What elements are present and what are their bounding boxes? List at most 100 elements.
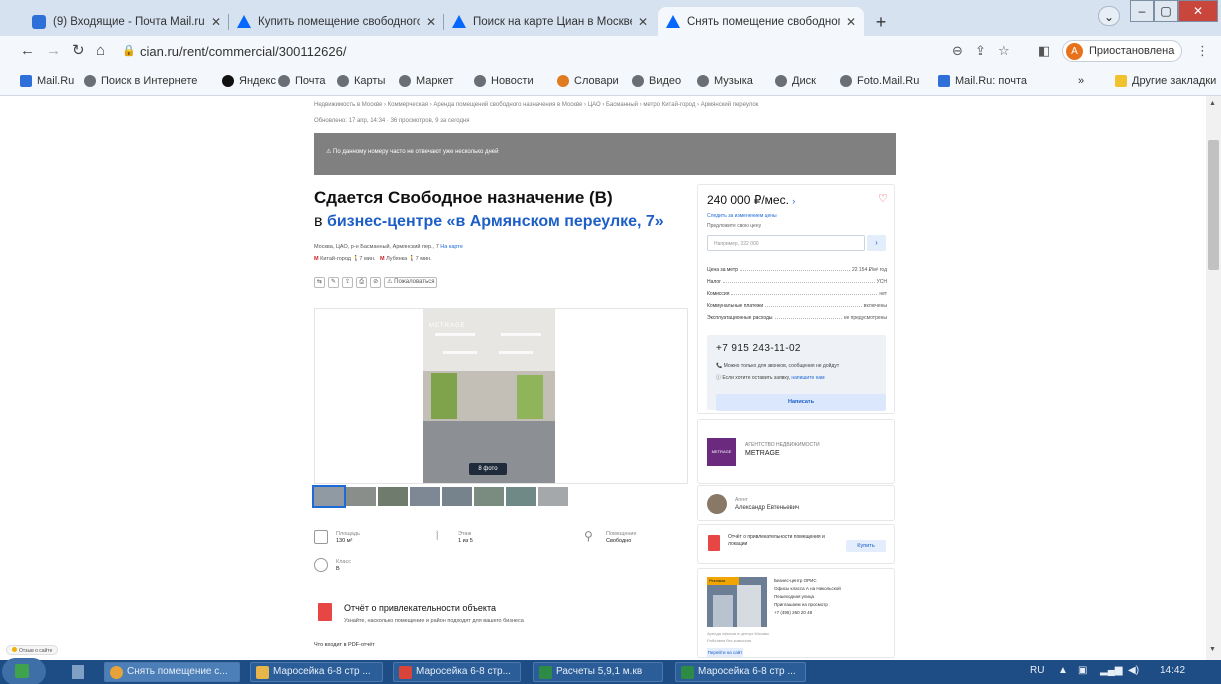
other-bookmarks[interactable]: Другие закладки bbox=[1115, 75, 1216, 87]
tab-search-icon[interactable]: ⌄ bbox=[1098, 6, 1120, 26]
agent-card[interactable]: Агент Александр Евтеньевич bbox=[697, 485, 895, 521]
buy-report-button[interactable]: Купить bbox=[846, 540, 886, 552]
close-tab-icon[interactable]: ✕ bbox=[638, 15, 648, 29]
browser-tab-active[interactable]: Снять помещение свободного ✕ bbox=[658, 7, 864, 36]
print-icon[interactable]: ⎙ bbox=[356, 277, 368, 288]
bookmark-item[interactable]: Карты bbox=[337, 75, 385, 87]
bookmark-star-icon[interactable]: ☆ bbox=[998, 43, 1010, 59]
close-window-button[interactable]: ✕ bbox=[1178, 0, 1218, 22]
photo-thumbnail[interactable] bbox=[410, 487, 440, 506]
detail-value: УСН bbox=[876, 279, 887, 285]
back-icon[interactable]: ← bbox=[20, 42, 35, 60]
feedback-button[interactable]: Отзыв о сайте bbox=[6, 645, 59, 655]
metro-station[interactable]: Лубянка bbox=[386, 256, 407, 262]
attractiveness-report[interactable]: Отчёт о привлекательности объекта Узнайт… bbox=[314, 601, 694, 635]
network-icon[interactable]: ▂▄▆ bbox=[1100, 665, 1122, 676]
bookmark-item[interactable]: Mail.Ru bbox=[20, 75, 74, 87]
photo-thumbnail[interactable] bbox=[346, 487, 376, 506]
printer-icon[interactable]: ▣ bbox=[1078, 665, 1087, 676]
language-indicator[interactable]: RU bbox=[1030, 665, 1044, 676]
bookmark-item[interactable]: Поиск в Интернете bbox=[84, 75, 197, 87]
new-tab-button[interactable]: + bbox=[870, 12, 892, 34]
report-note[interactable]: Что входит в PDF-отчёт bbox=[314, 642, 375, 648]
phone-number[interactable]: +7 915 243-11-02 bbox=[716, 343, 801, 354]
bookmark-item[interactable]: Foto.Mail.Ru bbox=[840, 75, 919, 87]
photo-thumbnail[interactable] bbox=[474, 487, 504, 506]
browser-tab-cian-buy[interactable]: Купить помещение свободного ✕ bbox=[229, 7, 444, 36]
bookmark-item[interactable]: Диск bbox=[775, 75, 816, 87]
bookmark-item[interactable]: Музыка bbox=[697, 75, 753, 87]
volume-icon[interactable]: ◀) bbox=[1128, 665, 1139, 676]
offer-price-input[interactable]: Например, 222 000 bbox=[707, 235, 865, 251]
globe-icon bbox=[840, 75, 852, 87]
taskbar-item[interactable]: Расчеты 5,9,1 м.кв bbox=[533, 662, 663, 682]
taskbar-item[interactable]: Снять помещение с... bbox=[104, 662, 240, 682]
zoom-icon[interactable]: ⊖ bbox=[952, 43, 963, 59]
metro-station[interactable]: Китай-город bbox=[320, 256, 351, 262]
side-panel-icon[interactable]: ◧ bbox=[1038, 43, 1050, 59]
scroll-down-icon[interactable]: ▼ bbox=[1209, 646, 1216, 653]
photo-thumbnail[interactable] bbox=[538, 487, 568, 506]
complain-button[interactable]: ⚠ Пожаловаться bbox=[384, 277, 438, 288]
contact-box: +7 915 243-11-02 📞 Можно только для звон… bbox=[707, 335, 886, 411]
close-tab-icon[interactable]: ✕ bbox=[211, 15, 221, 29]
show-desktop-icon[interactable] bbox=[72, 665, 84, 679]
taskbar-item[interactable]: Маросейка 6-8 стр ... bbox=[250, 662, 383, 682]
bookmark-item[interactable]: Яндекс bbox=[222, 75, 276, 87]
agency-logo: METRAGE bbox=[707, 438, 736, 466]
photo-thumbnail[interactable] bbox=[506, 487, 536, 506]
close-tab-icon[interactable]: ✕ bbox=[846, 15, 856, 29]
close-tab-icon[interactable]: ✕ bbox=[426, 15, 436, 29]
price-change-link[interactable]: Следить за изменением цены bbox=[707, 213, 777, 219]
reload-icon[interactable]: ↻ bbox=[72, 42, 85, 60]
profile-button[interactable]: А Приостановлена bbox=[1062, 40, 1182, 62]
share-icon[interactable]: ⇪ bbox=[975, 43, 986, 59]
tray-expand-icon[interactable]: ▲ bbox=[1058, 665, 1068, 676]
business-center-link[interactable]: бизнес-центре «в Армянском переулке, 7» bbox=[327, 213, 664, 230]
compare-icon[interactable]: ⇆ bbox=[314, 277, 326, 288]
bookmark-item[interactable]: Маркет bbox=[399, 75, 453, 87]
hide-icon[interactable]: ⊘ bbox=[370, 277, 382, 288]
write-us-link[interactable]: напишите нам bbox=[791, 375, 824, 381]
photo-count-button[interactable]: 8 фото bbox=[469, 463, 507, 475]
menu-icon[interactable]: ⋮ bbox=[1196, 43, 1209, 59]
map-link[interactable]: На карте bbox=[440, 244, 463, 250]
photo-thumbnail[interactable] bbox=[442, 487, 472, 506]
favorite-heart-icon[interactable]: ♡ bbox=[878, 192, 888, 205]
home-icon[interactable]: ⌂ bbox=[96, 42, 105, 60]
scroll-up-icon[interactable]: ▲ bbox=[1209, 100, 1216, 107]
scrollbar-thumb[interactable] bbox=[1208, 140, 1219, 270]
bookmark-item[interactable]: Новости bbox=[474, 75, 534, 87]
address-bar[interactable]: 🔒 cian.ru/rent/commercial/300112626/ bbox=[118, 40, 920, 62]
bookmark-item[interactable]: Почта bbox=[278, 75, 326, 87]
bookmark-item[interactable]: Словари bbox=[557, 75, 619, 87]
clock[interactable]: 14:42 bbox=[1160, 665, 1185, 676]
minimize-button[interactable]: – bbox=[1130, 0, 1154, 22]
taskbar-item[interactable]: Маросейка 6-8 стр... bbox=[393, 662, 521, 682]
photo-thumbnail[interactable] bbox=[378, 487, 408, 506]
share-icon[interactable]: ⇪ bbox=[342, 277, 354, 288]
browser-tab-cian-map[interactable]: Поиск на карте Циан в Москве ✕ bbox=[444, 7, 656, 36]
taskbar-item[interactable]: Маросейка 6-8 стр ... bbox=[675, 662, 806, 682]
photo-gallery[interactable]: METRAGE 8 фото bbox=[314, 308, 688, 484]
main-photo[interactable]: METRAGE 8 фото bbox=[423, 309, 555, 483]
breadcrumb[interactable]: Недвижимость в Москве › Коммерческая › А… bbox=[314, 102, 758, 108]
start-button[interactable] bbox=[2, 658, 46, 684]
price-history-icon[interactable]: › bbox=[792, 196, 795, 206]
browser-tab-mail[interactable]: (9) Входящие - Почта Mail.ru ✕ bbox=[24, 7, 229, 36]
photo-thumbnail[interactable] bbox=[312, 485, 346, 508]
agency-card[interactable]: METRAGE АГЕНТСТВО НЕДВИЖИМОСТИ METRAGE bbox=[697, 419, 895, 484]
offer-submit-button[interactable]: › bbox=[867, 235, 886, 251]
advertisement[interactable]: Реклама Бизнес-центр ОРИС Офисы класса А… bbox=[697, 568, 895, 658]
ad-button[interactable]: Перейти на сайт bbox=[707, 648, 743, 657]
report-card: Отчёт о привлекательности помещения и ло… bbox=[697, 524, 895, 564]
bookmarks-overflow-button[interactable]: » bbox=[1078, 75, 1084, 87]
page-scrollbar[interactable]: ▲ ▼ bbox=[1206, 96, 1221, 660]
edit-icon[interactable]: ✎ bbox=[328, 277, 340, 288]
write-message-button[interactable]: Написать bbox=[716, 394, 886, 411]
bookmark-item[interactable]: Видео bbox=[632, 75, 681, 87]
photo-thumbnails bbox=[312, 485, 568, 508]
forward-icon[interactable]: → bbox=[46, 42, 61, 60]
bookmark-item[interactable]: Mail.Ru: почта bbox=[938, 75, 1027, 87]
maximize-button[interactable]: ▢ bbox=[1154, 0, 1178, 22]
